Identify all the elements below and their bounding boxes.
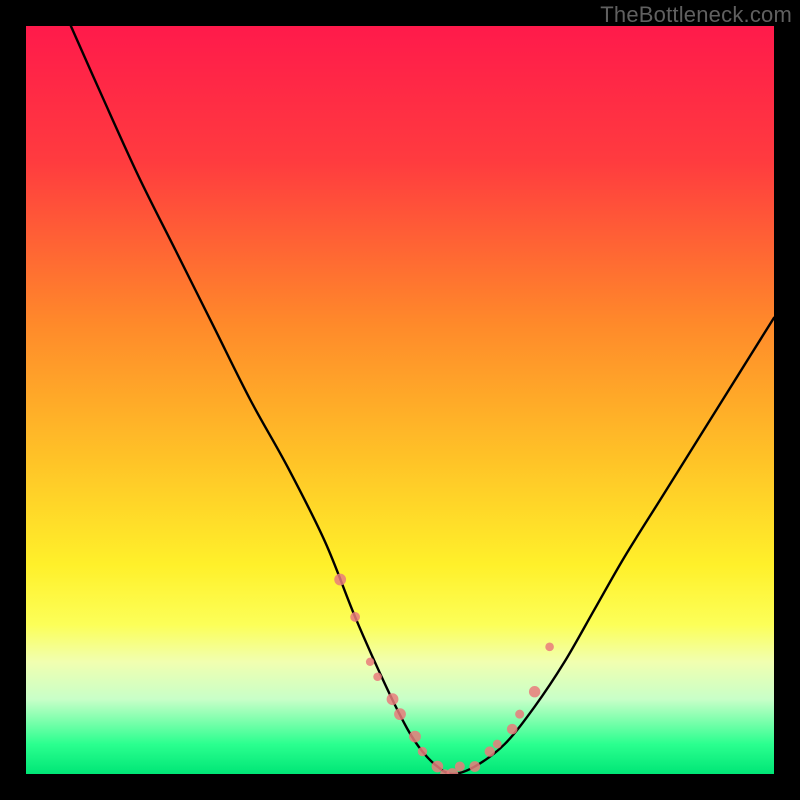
marker-dot (493, 740, 502, 749)
marker-dot (366, 658, 374, 666)
chart-frame (0, 0, 800, 800)
marker-dot (507, 724, 518, 735)
marker-dot (418, 747, 427, 756)
watermark-text: TheBottleneck.com (600, 2, 792, 28)
marker-dot (334, 574, 346, 586)
marker-dot (394, 708, 406, 720)
marker-dot (515, 710, 524, 719)
marker-dot (455, 762, 465, 772)
marker-dot (469, 761, 480, 772)
marker-dot (350, 612, 360, 622)
marker-dot (485, 746, 495, 756)
marker-dot (373, 672, 382, 681)
marker-dot (409, 731, 421, 743)
marker-dot (545, 643, 554, 652)
bottleneck-chart (26, 26, 774, 774)
gradient-background (26, 26, 774, 774)
marker-dot (432, 761, 444, 773)
marker-dot (387, 693, 399, 705)
marker-dot (529, 686, 540, 697)
